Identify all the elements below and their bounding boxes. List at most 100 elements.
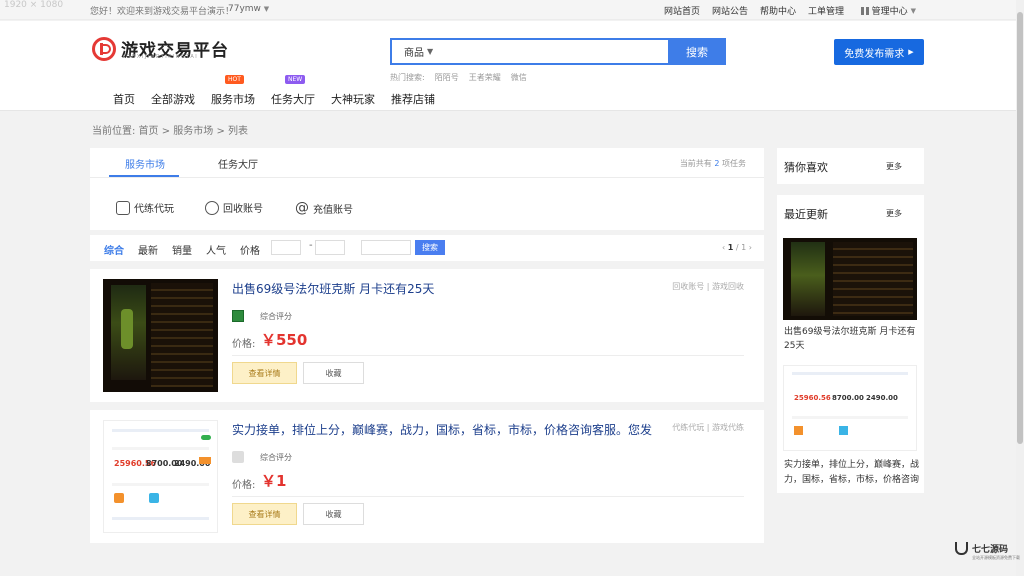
favorite-button[interactable]: 收藏 bbox=[303, 362, 364, 384]
thumb-panel bbox=[791, 242, 825, 316]
hot-label: 热门搜索: bbox=[390, 73, 425, 82]
toggle-icon bbox=[201, 435, 211, 440]
at-icon: @ bbox=[295, 200, 309, 216]
category-label: 回收账号 bbox=[223, 204, 263, 215]
grid-icon bbox=[860, 6, 869, 15]
nav-task-hall[interactable]: NEW 任务大厅 bbox=[271, 75, 315, 107]
more-link[interactable]: 更多 bbox=[886, 208, 902, 219]
thumb-number: 8700.00 bbox=[832, 394, 864, 402]
link-help[interactable]: 帮助中心 bbox=[760, 4, 796, 17]
keyword-input[interactable] bbox=[361, 240, 411, 255]
nav-pro-players[interactable]: 大神玩家 bbox=[331, 91, 375, 107]
caret-down-icon: ▼ bbox=[910, 6, 916, 15]
listing-thumbnail[interactable] bbox=[103, 279, 218, 392]
nav-all-games[interactable]: 全部游戏 bbox=[151, 91, 195, 107]
price-min-input[interactable] bbox=[271, 240, 301, 255]
thumb-bar bbox=[792, 372, 908, 375]
listing-title[interactable]: 实力接单，排位上分，巅峰赛，战力，国标，省标，市标，价格咨询客服。您发消息... bbox=[232, 421, 652, 438]
search-category[interactable]: 商品 bbox=[404, 44, 424, 59]
manage-center[interactable]: 管理中心 ▼ bbox=[860, 4, 916, 17]
view-details-button[interactable]: 查看详情 bbox=[232, 503, 297, 525]
category-label: 代练代玩 bbox=[134, 204, 174, 215]
sort-latest[interactable]: 最新 bbox=[138, 242, 158, 257]
hot-badge: HOT bbox=[225, 75, 244, 84]
link-announcement[interactable]: 网站公告 bbox=[712, 4, 748, 17]
sort-price[interactable]: 价格 bbox=[240, 242, 260, 257]
listing-title[interactable]: 出售69级号法尔班克斯 月卡还有25天 bbox=[232, 280, 652, 297]
search-bar: 商品 ▼ 搜索 bbox=[390, 38, 726, 65]
listing-thumbnail[interactable]: 25960.56 8700.00 2490.00 bbox=[103, 420, 218, 533]
recent-thumbnail[interactable]: 25960.56 8700.00 2490.00 bbox=[783, 365, 917, 451]
filter-search-button[interactable]: 搜索 bbox=[415, 240, 445, 255]
nav-label: 任务大厅 bbox=[271, 93, 315, 106]
prev-page-icon[interactable]: ‹ bbox=[722, 243, 725, 252]
top-links: 网站首页 网站公告 帮助中心 工单管理 bbox=[664, 4, 844, 17]
total-count: 当前共有 2 项任务 bbox=[680, 158, 746, 169]
category-recycle[interactable]: 回收账号 bbox=[205, 200, 263, 215]
link-tickets[interactable]: 工单管理 bbox=[808, 4, 844, 17]
publish-button[interactable]: 免费发布需求 ▶ bbox=[834, 39, 924, 65]
site-header: 游戏交易平台 YOUXIJIAOYIPINGTAI 商品 ▼ 搜索 热门搜索: … bbox=[0, 21, 1016, 111]
sidebar-guess: 猜你喜欢 更多 bbox=[777, 148, 924, 184]
tab-service-market[interactable]: 服务市场 bbox=[125, 156, 165, 171]
recent-thumbnail[interactable] bbox=[783, 238, 917, 320]
hot-term[interactable]: 王者荣耀 bbox=[469, 72, 501, 83]
chevron-right-icon: ▶ bbox=[908, 48, 914, 56]
user-menu[interactable]: 77ymw ▼ bbox=[228, 4, 269, 14]
nav-home[interactable]: 首页 bbox=[113, 91, 135, 107]
thumb-square bbox=[839, 426, 848, 435]
scrollbar-thumb[interactable] bbox=[1017, 12, 1023, 444]
hot-term[interactable]: 陌陌号 bbox=[435, 72, 459, 83]
price-max-input[interactable] bbox=[315, 240, 345, 255]
sort-sales[interactable]: 销量 bbox=[172, 242, 192, 257]
thumb-square bbox=[114, 493, 124, 503]
total-prefix: 当前共有 bbox=[679, 159, 712, 168]
watermark: 七七源码 全站开源模板资源免费下载 bbox=[955, 542, 1020, 560]
filter-bar: 综合 最新 销量 人气 价格 - 搜索 ‹ 1 / 1 › bbox=[90, 235, 764, 261]
sort-popularity[interactable]: 人气 bbox=[206, 242, 226, 257]
sidebar-recent: 最近更新 更多 出售69级号法尔班克斯 月卡还有25天 25960.56 870… bbox=[777, 195, 924, 493]
nav-service-market[interactable]: HOT 服务市场 bbox=[211, 75, 255, 107]
rating-label: 综合评分 bbox=[260, 312, 292, 321]
nav-stores[interactable]: 推荐店铺 bbox=[391, 91, 435, 107]
category-recharge[interactable]: @ 充值账号 bbox=[295, 200, 353, 216]
recent-item-title[interactable]: 实力接单，排位上分，巅峰赛，战力，国标，省标，市标，价格咨询 bbox=[784, 458, 919, 488]
seller-avatar[interactable] bbox=[232, 310, 244, 322]
link-home[interactable]: 网站首页 bbox=[664, 4, 700, 17]
recent-item-title[interactable]: 出售69级号法尔班克斯 月卡还有25天 bbox=[784, 325, 919, 353]
view-details-button[interactable]: 查看详情 bbox=[232, 362, 297, 384]
top-bar: 1920 × 1080 您好！欢迎来到游戏交易平台演示！ 77ymw ▼ 网站首… bbox=[0, 0, 1016, 20]
next-page-icon[interactable]: › bbox=[749, 243, 752, 252]
watermark-subtitle: 全站开源模板资源免费下载 bbox=[972, 555, 1020, 560]
watermark-title: 七七源码 bbox=[972, 545, 1009, 555]
search-input[interactable]: 商品 ▼ bbox=[390, 38, 668, 65]
more-link[interactable]: 更多 bbox=[886, 161, 902, 172]
favorite-button[interactable]: 收藏 bbox=[303, 503, 364, 525]
price-label: 价格: bbox=[232, 339, 256, 350]
category-label: 充值账号 bbox=[313, 204, 353, 216]
username: 77ymw bbox=[228, 4, 261, 14]
price-value: ￥1 bbox=[261, 472, 287, 490]
sidebar-title: 最近更新 bbox=[784, 208, 828, 221]
listing-card: 25960.56 8700.00 2490.00 实力接单，排位上分，巅峰赛，战… bbox=[90, 410, 764, 543]
sort-default[interactable]: 综合 bbox=[104, 242, 124, 257]
price-label: 价格: bbox=[232, 480, 256, 491]
page-current: 1 bbox=[727, 243, 734, 252]
thumb-bar bbox=[112, 517, 209, 520]
page-scrollbar[interactable] bbox=[1016, 0, 1024, 576]
manage-label: 管理中心 bbox=[871, 7, 908, 17]
thumb-bar bbox=[792, 416, 908, 419]
thumb-square bbox=[149, 493, 159, 503]
thumb-number: 25960.56 bbox=[794, 394, 831, 402]
tab-task-hall[interactable]: 任务大厅 bbox=[218, 156, 258, 171]
thumb-figure bbox=[121, 309, 133, 349]
search-button[interactable]: 搜索 bbox=[668, 38, 726, 65]
category-boosting[interactable]: 代练代玩 bbox=[116, 200, 174, 215]
listing-card: 出售69级号法尔班克斯 月卡还有25天 回收账号 | 游戏回收 综合评分 价格:… bbox=[90, 269, 764, 402]
thumb-bar bbox=[112, 447, 209, 450]
nav-label: 服务市场 bbox=[211, 93, 255, 106]
hot-term[interactable]: 微信 bbox=[511, 72, 527, 83]
welcome-text: 您好！欢迎来到游戏交易平台演示！ bbox=[90, 7, 235, 17]
range-dash: - bbox=[309, 240, 313, 251]
seller-avatar[interactable] bbox=[232, 451, 244, 463]
